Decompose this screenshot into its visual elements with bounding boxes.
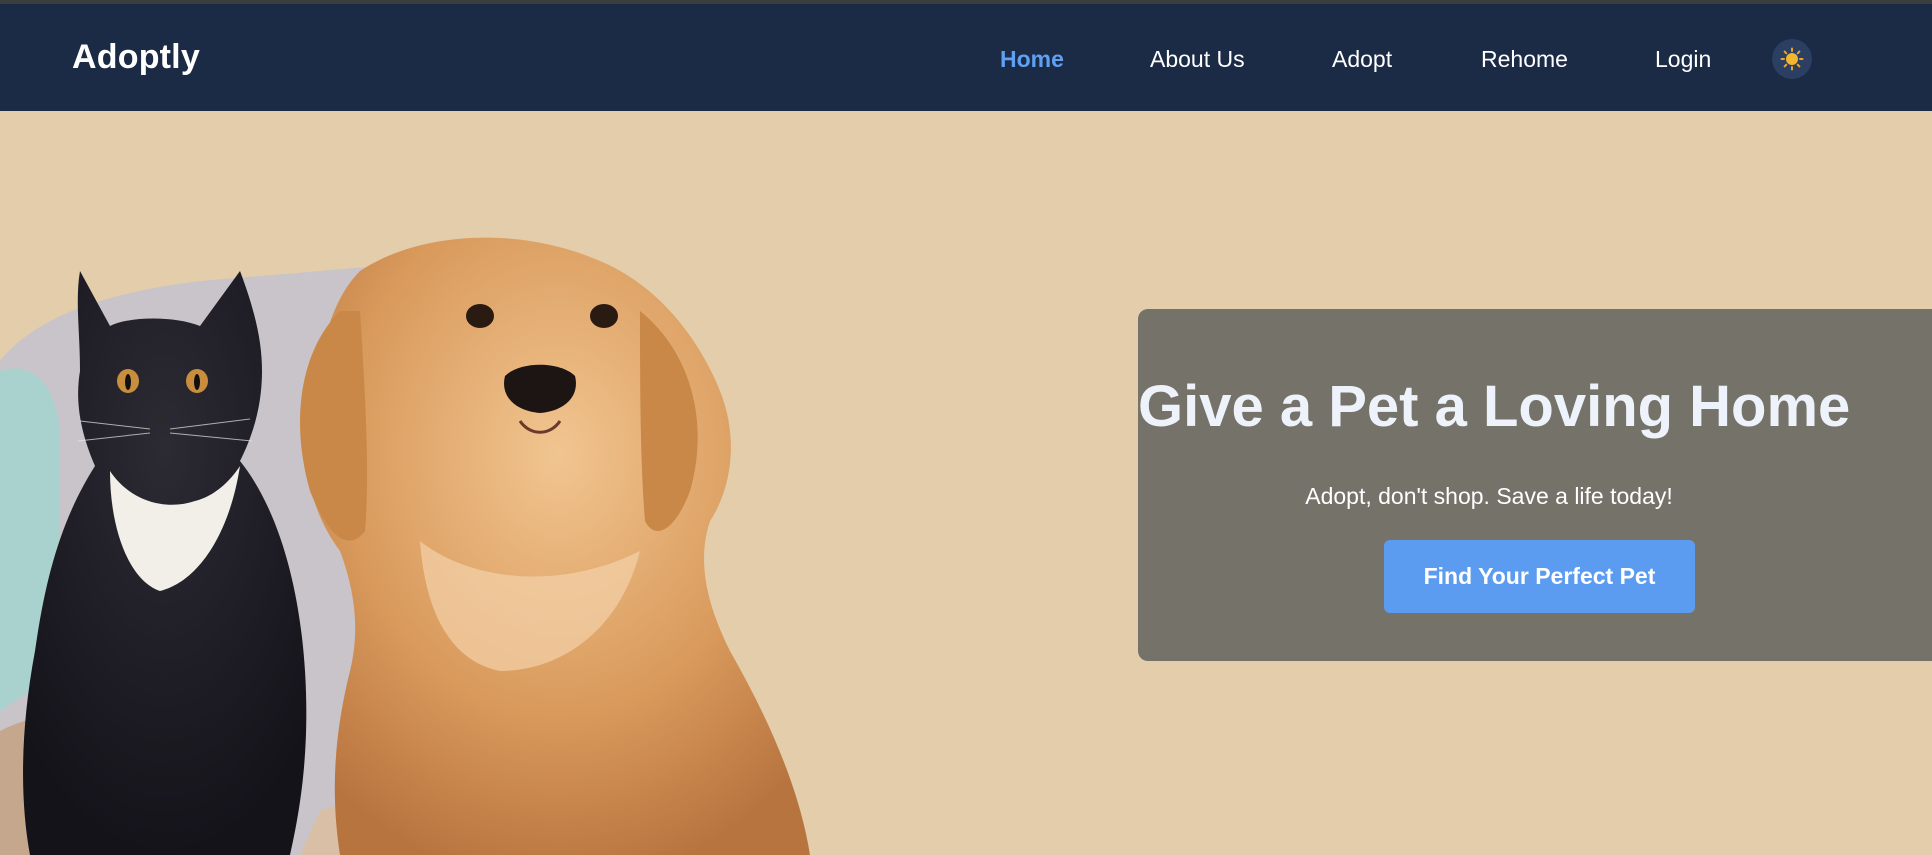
hero-card: Give a Pet a Loving Home Adopt, don't sh… — [1138, 309, 1932, 661]
pets-photo — [0, 237, 810, 855]
nav-link-about-us[interactable]: About Us — [1150, 46, 1245, 73]
navbar: Adoptly Home About Us Adopt Rehome Login — [0, 4, 1932, 111]
site-logo[interactable]: Adoptly — [72, 38, 200, 77]
nav-link-login[interactable]: Login — [1655, 46, 1711, 73]
hero-subtitle: Adopt, don't shop. Save a life today! — [1305, 483, 1673, 509]
theme-toggle-button[interactable] — [1772, 39, 1812, 79]
sun-icon — [1780, 47, 1804, 71]
hero-section: Give a Pet a Loving Home Adopt, don't sh… — [0, 111, 1932, 855]
hero-title: Give a Pet a Loving Home — [1138, 374, 1851, 439]
nav-link-home[interactable]: Home — [1000, 46, 1064, 73]
find-perfect-pet-button[interactable]: Find Your Perfect Pet — [1384, 540, 1695, 613]
dog-figure — [300, 237, 810, 855]
nav-link-adopt[interactable]: Adopt — [1332, 46, 1392, 73]
nav-link-rehome[interactable]: Rehome — [1481, 46, 1568, 73]
